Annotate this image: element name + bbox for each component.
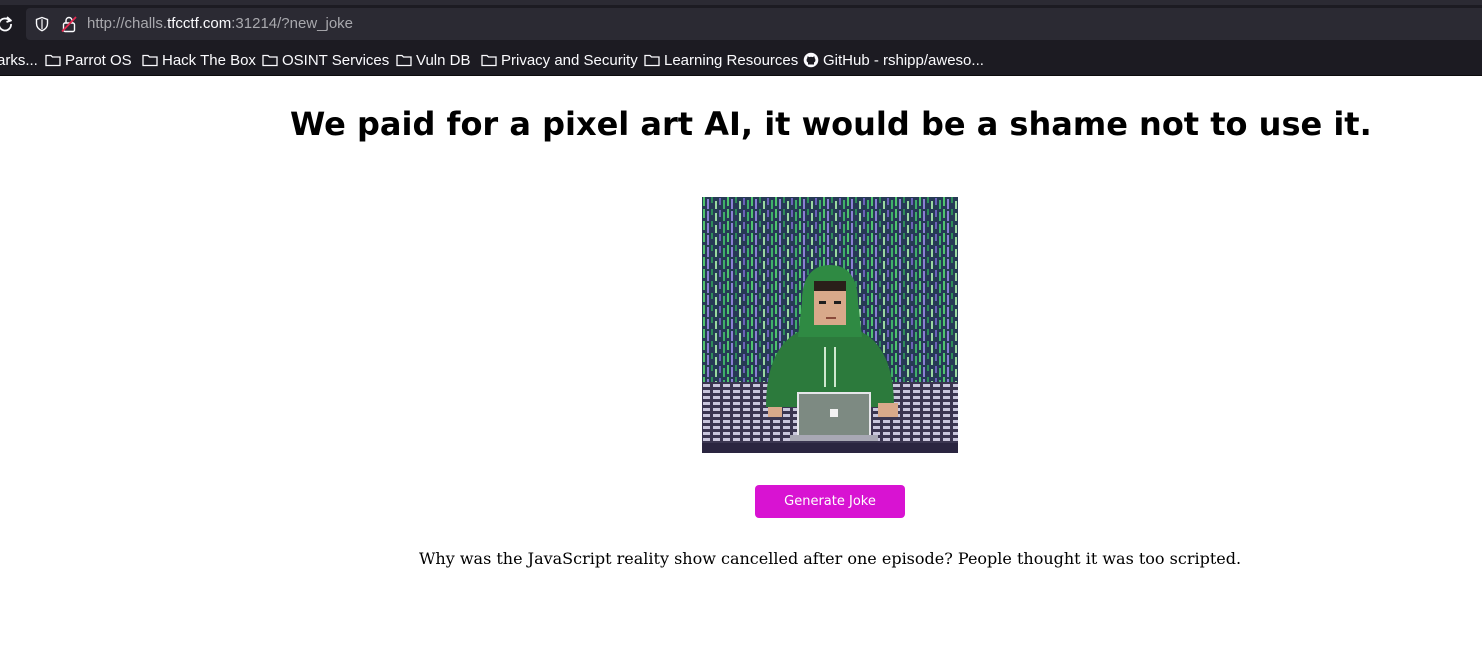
reload-icon[interactable] (0, 13, 16, 35)
bookmark-label: Privacy and Security (501, 51, 638, 69)
folder-icon (142, 54, 158, 67)
bookmark-folder-privacy-and-security[interactable]: Privacy and Security (481, 48, 638, 72)
browser-toolbar: http://challs.tfcctf.com:31214/?new_joke… (0, 0, 1482, 76)
bookmark-label: Parrot OS (65, 51, 132, 69)
url-text[interactable]: http://challs.tfcctf.com:31214/?new_joke (87, 15, 353, 33)
folder-icon (481, 54, 497, 67)
folder-icon (262, 54, 278, 67)
hacker-pixel-art-image (702, 197, 958, 453)
folder-icon (644, 54, 660, 67)
bookmark-folder-parrot-os[interactable]: Parrot OS (45, 48, 132, 72)
bookmark-item-overflow[interactable]: arks... (0, 48, 38, 72)
page-title: We paid for a pixel art AI, it would be … (290, 105, 1372, 143)
folder-icon (45, 54, 61, 67)
tab-strip-edge (0, 0, 1482, 5)
generate-joke-button[interactable]: Generate Joke (755, 485, 905, 518)
bookmark-label: arks... (0, 51, 38, 69)
bookmark-folder-learning-resources[interactable]: Learning Resources (644, 48, 798, 72)
github-icon (803, 52, 819, 68)
tracking-protection-shield-icon[interactable] (34, 16, 50, 32)
url-host: tfcctf.com (167, 15, 232, 32)
bookmark-folder-osint-services[interactable]: OSINT Services (262, 48, 389, 72)
url-scheme: http:// (87, 15, 125, 32)
bookmark-label: Learning Resources (664, 51, 799, 69)
folder-icon (396, 54, 412, 67)
bookmark-label: OSINT Services (282, 51, 390, 69)
bookmark-folder-vuln-db[interactable]: Vuln DB (396, 48, 470, 72)
toolbar-divider (0, 75, 1482, 76)
url-host-prefix: challs. (124, 15, 168, 32)
bookmarks-toolbar: arks... Parrot OS Hack The Box OSINT Ser… (0, 48, 1482, 72)
insecure-lock-icon[interactable] (61, 15, 77, 33)
url-path: :31214/?new_joke (231, 15, 354, 32)
bookmark-label: Hack The Box (162, 51, 256, 69)
bookmark-label: Vuln DB (416, 51, 471, 69)
bookmark-folder-hack-the-box[interactable]: Hack The Box (142, 48, 256, 72)
bookmark-github-rshipp[interactable]: GitHub - rshipp/aweso... (803, 48, 984, 72)
address-bar[interactable]: http://challs.tfcctf.com:31214/?new_joke (26, 8, 1482, 40)
bookmark-label: GitHub - rshipp/aweso... (823, 51, 984, 69)
joke-text: Why was the JavaScript reality show canc… (418, 549, 1242, 568)
